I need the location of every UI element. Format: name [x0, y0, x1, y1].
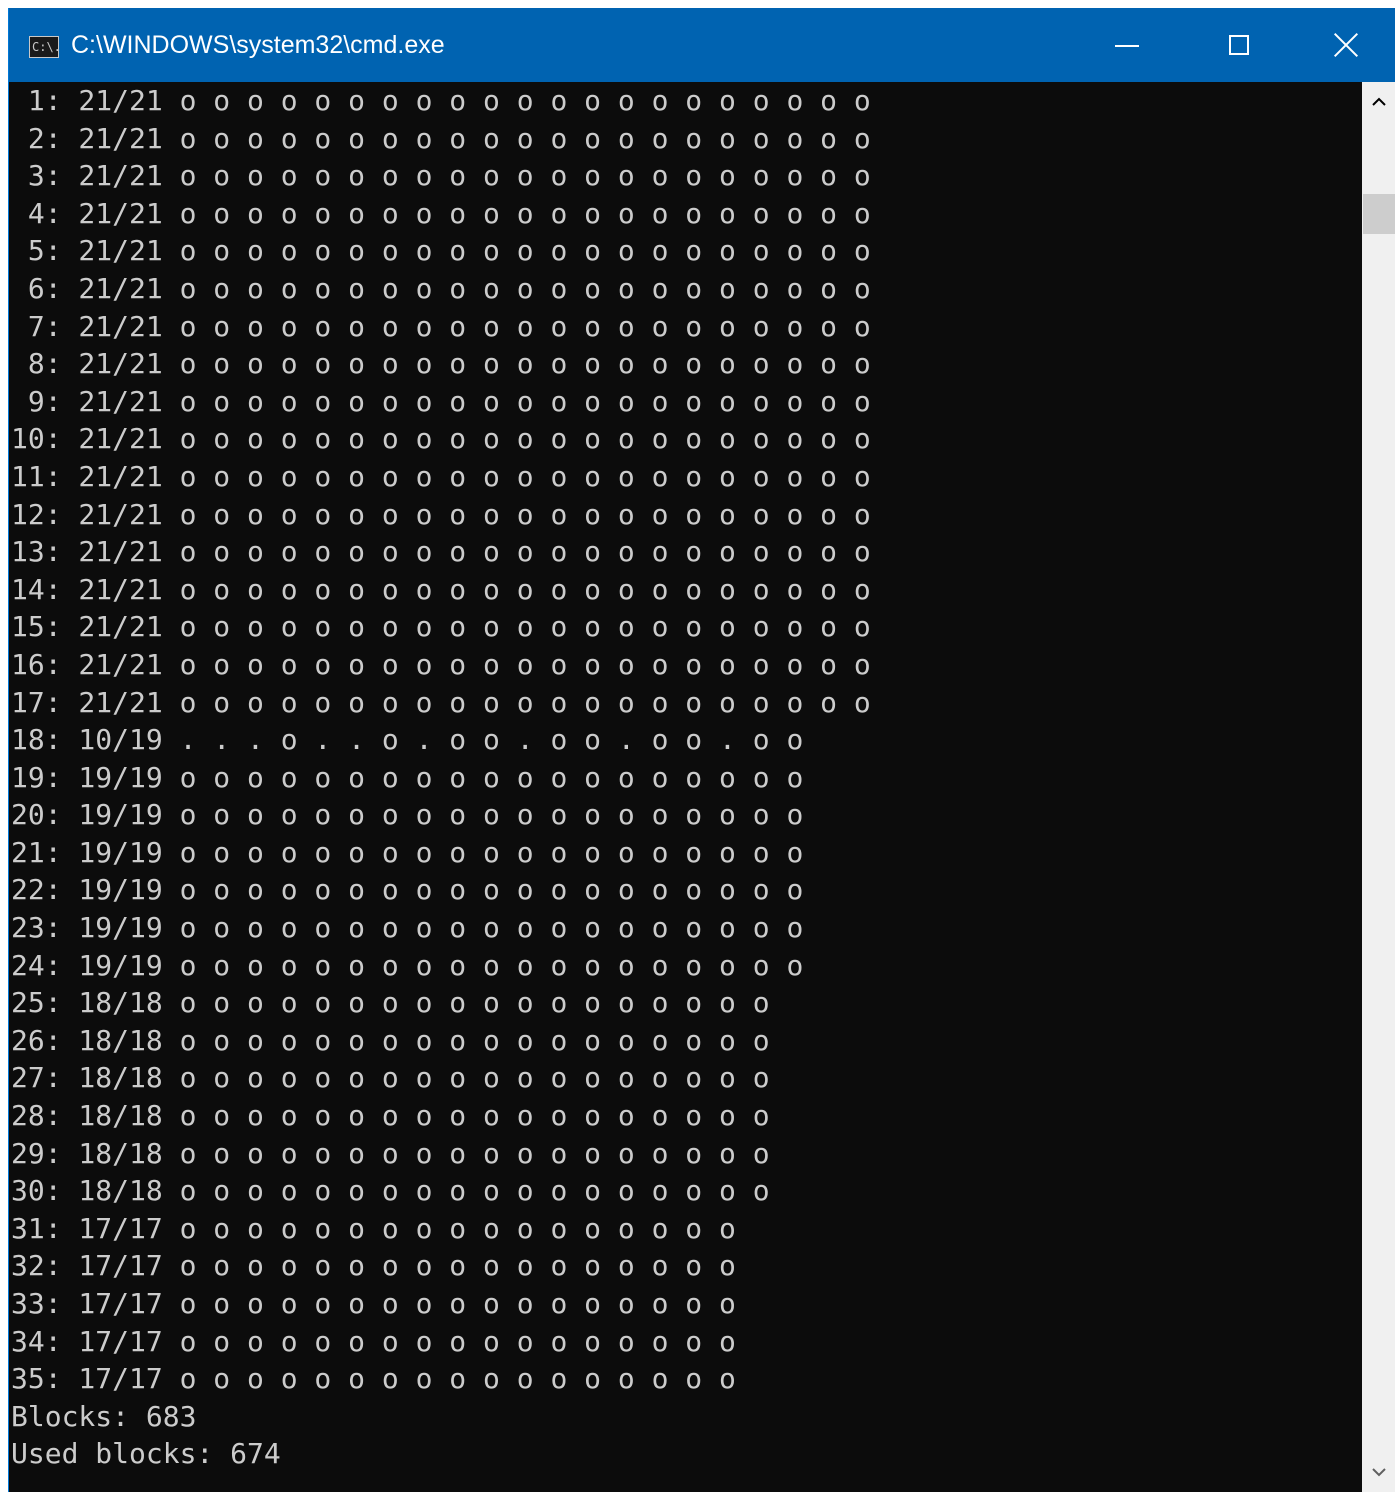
title-bar[interactable]: C:\. C:\WINDOWS\system32\cmd.exe	[9, 8, 1395, 82]
console-line: 3: 21/21 o o o o o o o o o o o o o o o o…	[11, 159, 871, 193]
console-line: 1: 21/21 o o o o o o o o o o o o o o o o…	[11, 84, 871, 117]
console-line: 15: 21/21 o o o o o o o o o o o o o o o …	[11, 610, 871, 644]
console-line: 14: 21/21 o o o o o o o o o o o o o o o …	[11, 572, 871, 606]
close-icon	[1333, 32, 1359, 58]
console-line: 20: 19/19 o o o o o o o o o o o o o o o …	[11, 798, 804, 832]
console-line: 24: 19/19 o o o o o o o o o o o o o o o …	[11, 948, 804, 982]
chevron-down-icon	[1372, 1468, 1386, 1477]
console-line: 8: 21/21 o o o o o o o o o o o o o o o o…	[11, 347, 871, 381]
cmd-window: C:\. C:\WINDOWS\system32\cmd.exe 1: 21/2…	[8, 8, 1395, 1492]
scroll-thumb[interactable]	[1363, 194, 1395, 234]
console-line: 34: 17/17 o o o o o o o o o o o o o o o …	[11, 1324, 736, 1358]
console-line: 31: 17/17 o o o o o o o o o o o o o o o …	[11, 1211, 736, 1245]
console-line: 21: 19/19 o o o o o o o o o o o o o o o …	[11, 835, 804, 869]
console-line: 9: 21/21 o o o o o o o o o o o o o o o o…	[11, 384, 871, 418]
maximize-icon	[1229, 35, 1249, 55]
console-line: 16: 21/21 o o o o o o o o o o o o o o o …	[11, 647, 871, 681]
console-line: 23: 19/19 o o o o o o o o o o o o o o o …	[11, 911, 804, 945]
console-line: 10: 21/21 o o o o o o o o o o o o o o o …	[11, 422, 871, 456]
console-line: 26: 18/18 o o o o o o o o o o o o o o o …	[11, 1023, 770, 1057]
console-line: 11: 21/21 o o o o o o o o o o o o o o o …	[11, 459, 871, 493]
console-line: 32: 17/17 o o o o o o o o o o o o o o o …	[11, 1249, 736, 1283]
console-line: 2: 21/21 o o o o o o o o o o o o o o o o…	[11, 121, 871, 155]
console-line: 25: 18/18 o o o o o o o o o o o o o o o …	[11, 986, 770, 1020]
cmd-icon-label: C:\.	[32, 40, 61, 54]
console-line: 29: 18/18 o o o o o o o o o o o o o o o …	[11, 1136, 770, 1170]
window-title: C:\WINDOWS\system32\cmd.exe	[71, 31, 445, 59]
scroll-down-button[interactable]	[1362, 1452, 1395, 1492]
vertical-scrollbar[interactable]	[1362, 82, 1395, 1492]
console-output[interactable]: 1: 21/21 o o o o o o o o o o o o o o o o…	[11, 82, 1361, 1492]
console-line: 4: 21/21 o o o o o o o o o o o o o o o o…	[11, 196, 871, 230]
console-line: 6: 21/21 o o o o o o o o o o o o o o o o…	[11, 271, 871, 305]
console-line: 35: 17/17 o o o o o o o o o o o o o o o …	[11, 1362, 736, 1396]
console-line: 27: 18/18 o o o o o o o o o o o o o o o …	[11, 1061, 770, 1095]
maximize-button[interactable]	[1183, 8, 1295, 82]
chevron-up-icon	[1372, 97, 1386, 106]
console-line: 17: 21/21 o o o o o o o o o o o o o o o …	[11, 685, 871, 719]
minimize-button[interactable]	[1071, 8, 1183, 82]
console-line: 5: 21/21 o o o o o o o o o o o o o o o o…	[11, 234, 871, 268]
console-line: Blocks: 683	[11, 1399, 197, 1433]
scroll-up-button[interactable]	[1362, 82, 1395, 122]
console-line: 18: 10/19 . . . o . . o . o o . o o . o …	[11, 723, 804, 757]
console-line: 7: 21/21 o o o o o o o o o o o o o o o o…	[11, 309, 871, 343]
console-line: 12: 21/21 o o o o o o o o o o o o o o o …	[11, 497, 871, 531]
console-line: 33: 17/17 o o o o o o o o o o o o o o o …	[11, 1287, 736, 1320]
console-line: 28: 18/18 o o o o o o o o o o o o o o o …	[11, 1099, 770, 1133]
console-line: Used blocks: 674	[11, 1437, 281, 1471]
console-line: 22: 19/19 o o o o o o o o o o o o o o o …	[11, 873, 804, 907]
console-line: 30: 18/18 o o o o o o o o o o o o o o o …	[11, 1174, 770, 1208]
minimize-icon	[1115, 45, 1139, 47]
console-line: 19: 19/19 o o o o o o o o o o o o o o o …	[11, 760, 804, 794]
console-line: 13: 21/21 o o o o o o o o o o o o o o o …	[11, 535, 871, 569]
cmd-icon[interactable]: C:\.	[29, 36, 61, 58]
close-button[interactable]	[1295, 8, 1395, 82]
